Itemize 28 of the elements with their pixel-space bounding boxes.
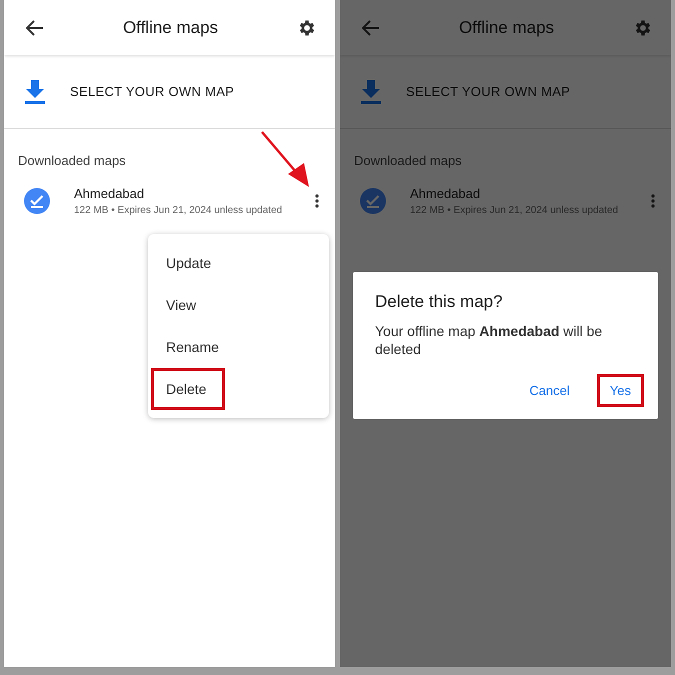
- dialog-message: Your offline map Ahmedabad will be deleted: [375, 322, 604, 358]
- screen-title: Offline maps: [458, 18, 554, 38]
- download-icon: [24, 80, 46, 104]
- menu-item[interactable]: Delete: [151, 368, 226, 410]
- select-own-map-button[interactable]: SELECT YOUR OWN MAP: [4, 55, 335, 129]
- map-details: 122 MB • Expires Jun 21, 2024 unless updated: [74, 205, 284, 216]
- downloaded-check-icon: [360, 188, 386, 214]
- screen-title: Offline maps: [122, 18, 218, 38]
- map-name: Ahmedabad: [410, 186, 482, 201]
- annotation-arrow: [260, 130, 310, 188]
- menu-item[interactable]: View: [151, 284, 212, 326]
- settings-icon: [297, 18, 317, 38]
- map-details: 122 MB • Expires Jun 21, 2024 unless updated: [410, 205, 620, 216]
- downloaded-check-icon: [24, 188, 50, 214]
- map-name: Ahmedabad: [74, 186, 146, 201]
- dialog-button[interactable]: Cancel: [516, 374, 583, 408]
- menu-item[interactable]: Update: [151, 242, 226, 284]
- back-arrow-icon: [362, 20, 380, 36]
- menu-item[interactable]: Rename: [151, 326, 234, 368]
- more-vert-icon: [315, 194, 319, 208]
- dialog-title: Delete this map?: [375, 292, 504, 312]
- settings-icon: [633, 18, 653, 38]
- download-icon: [360, 80, 382, 104]
- back-arrow-icon: [26, 20, 44, 36]
- section-title: Downloaded maps: [18, 153, 126, 168]
- section-title: Downloaded maps: [354, 153, 462, 168]
- dialog-button[interactable]: Yes: [596, 374, 644, 408]
- more-vert-icon: [651, 194, 655, 208]
